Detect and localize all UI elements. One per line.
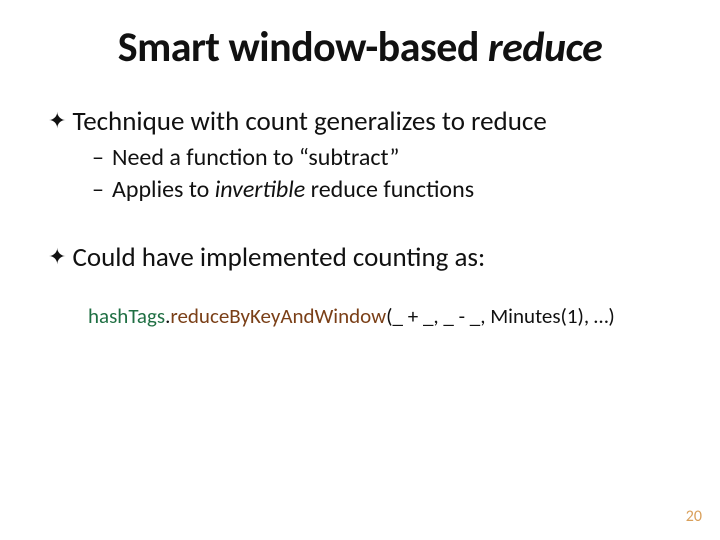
sub2-prefix: Applies to bbox=[112, 175, 215, 204]
bullet-2: ✦ Could have implemented counting as: bbox=[48, 241, 672, 275]
slide-title: Smart window-based reduce bbox=[48, 22, 672, 73]
dash-icon: – bbox=[92, 143, 104, 173]
diamond-icon: ✦ bbox=[48, 105, 66, 137]
slide-container: Smart window-based reduce ✦ Technique wi… bbox=[0, 0, 720, 540]
bullet-2-text: Could have implemented counting as: bbox=[72, 241, 485, 275]
title-prefix: Smart window-based bbox=[118, 22, 488, 73]
diamond-icon: ✦ bbox=[48, 241, 66, 273]
bullet-1-sub-1-text: Need a function to “subtract” bbox=[112, 143, 399, 173]
code-method: reduceByKeyAndWindow bbox=[170, 303, 386, 329]
sub2-italic: invertible bbox=[215, 175, 306, 204]
bullet-1-sub-2-text: Applies to invertible reduce functions bbox=[112, 175, 474, 205]
code-args: (_ + _, _ - _, Minutes(1), …) bbox=[386, 303, 615, 329]
page-number: 20 bbox=[686, 507, 702, 526]
code-snippet: hashTags.reduceByKeyAndWindow(_ + _, _ -… bbox=[88, 303, 672, 330]
dash-icon: – bbox=[92, 175, 104, 205]
spacer bbox=[48, 207, 672, 241]
code-variable: hashTags bbox=[88, 303, 165, 329]
bullet-1-sub-2: – Applies to invertible reduce functions bbox=[92, 175, 672, 205]
bullet-1-text: Technique with count generalizes to redu… bbox=[72, 105, 546, 139]
title-italic: reduce bbox=[488, 22, 602, 73]
bullet-1-sub-1: – Need a function to “subtract” bbox=[92, 143, 672, 173]
bullet-1: ✦ Technique with count generalizes to re… bbox=[48, 105, 672, 139]
sub2-suffix: reduce functions bbox=[305, 175, 474, 204]
